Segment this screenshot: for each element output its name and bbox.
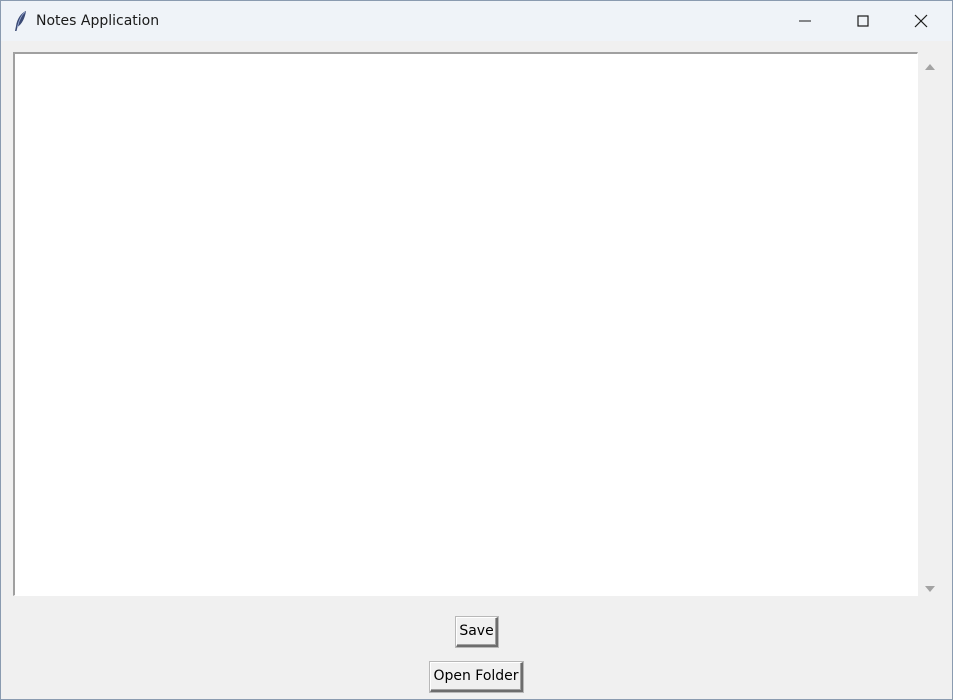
save-button[interactable]: Save [456,617,498,647]
vertical-scrollbar[interactable] [919,52,941,597]
close-button[interactable] [898,1,944,41]
maximize-button[interactable] [840,1,886,41]
notes-text-area[interactable] [13,52,918,596]
notes-window: Notes Application Save Open Folder [0,0,953,700]
close-icon [914,14,928,28]
window-title: Notes Application [36,13,160,29]
open-folder-button[interactable]: Open Folder [430,662,523,692]
maximize-icon [857,15,869,27]
scroll-down-icon[interactable] [924,580,936,592]
scroll-up-icon[interactable] [924,58,936,70]
minimize-button[interactable] [782,1,828,41]
title-bar[interactable]: Notes Application [1,1,952,41]
minimize-icon [799,20,811,22]
feather-icon [13,10,29,32]
